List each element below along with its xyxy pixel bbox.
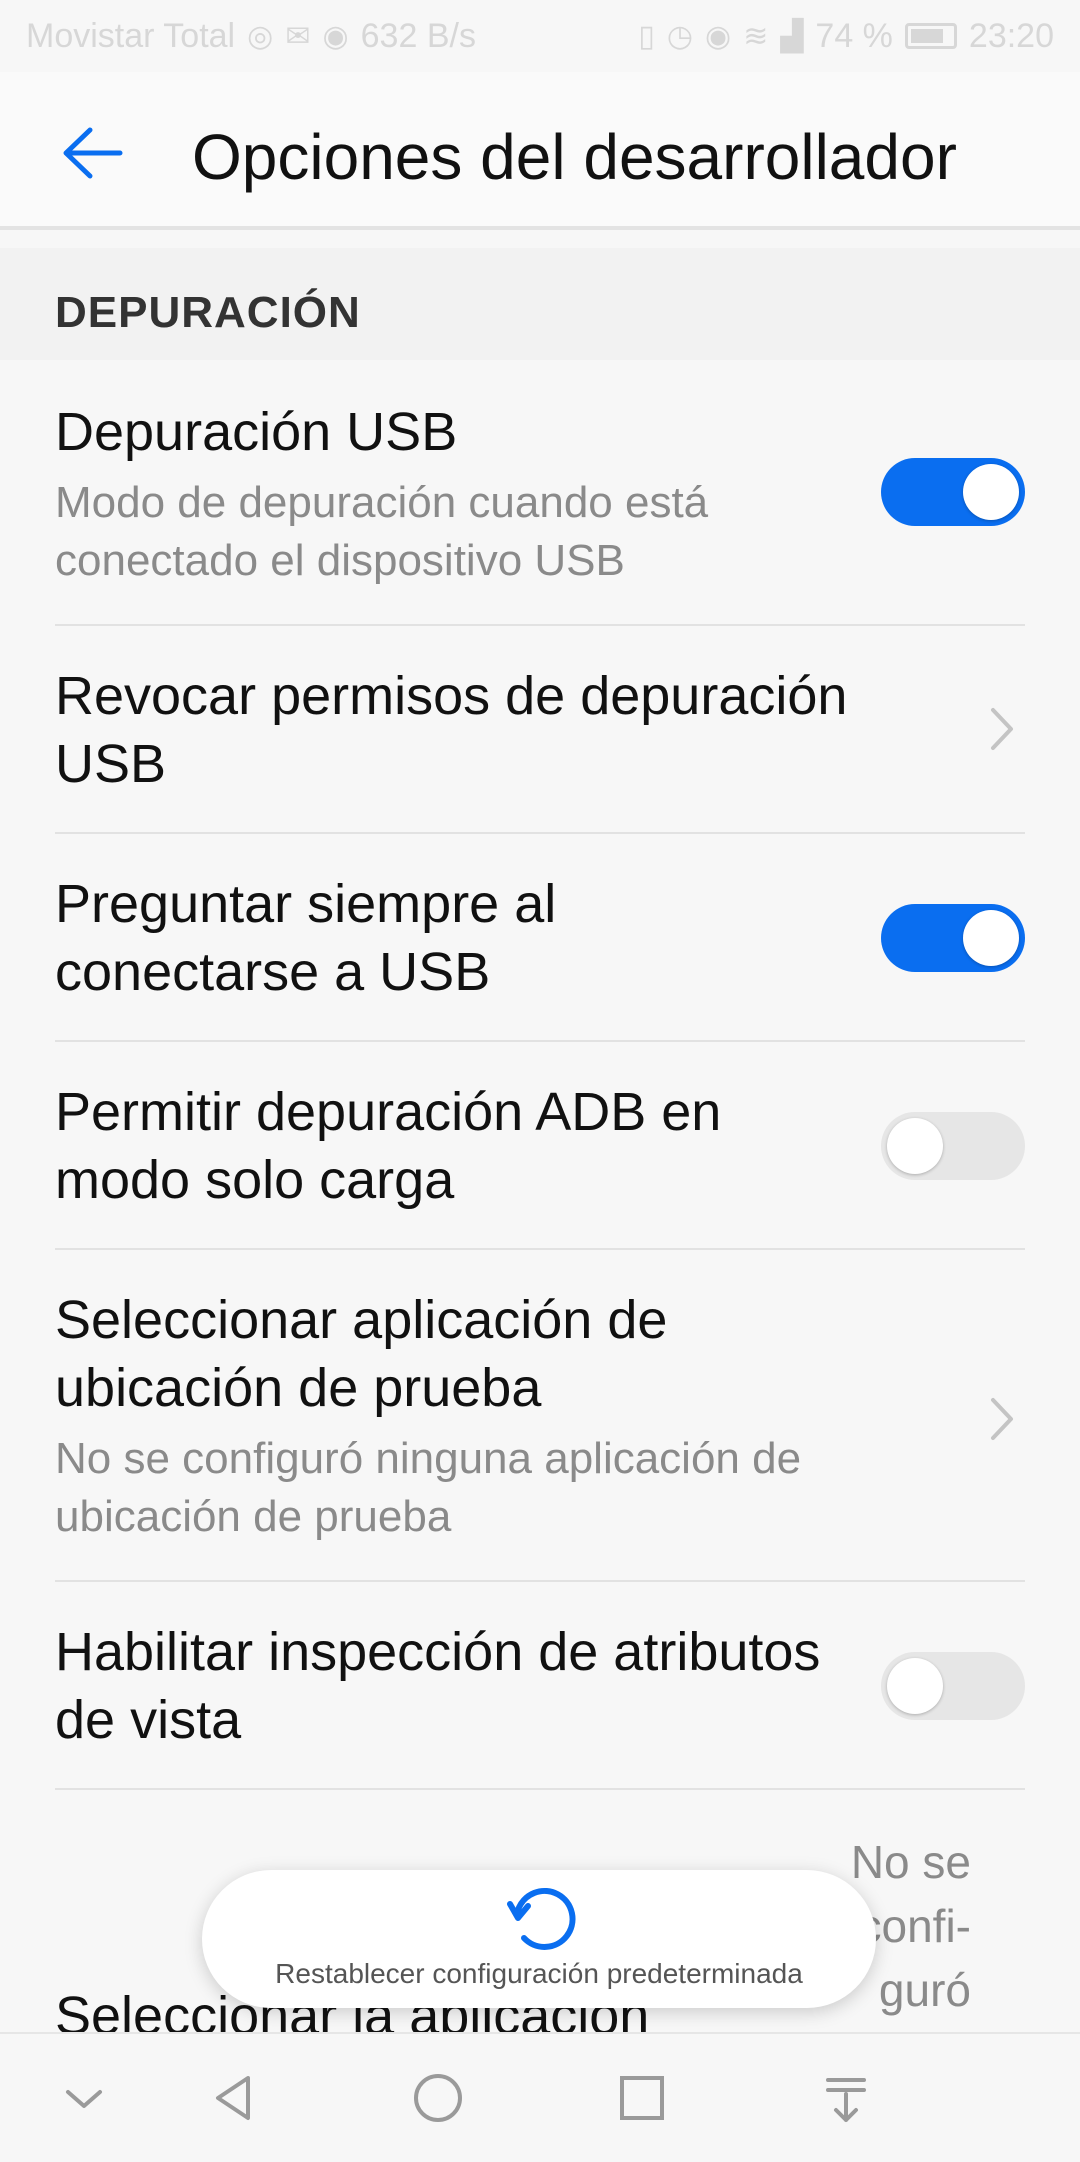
setting-usb-debugging[interactable]: Depuración USB Modo de depuración cuando… (55, 398, 1025, 598)
carrier-label: Movistar Total (26, 16, 236, 55)
app-bar: Opciones del desarrollador (0, 72, 1080, 230)
refresh-icon (507, 1887, 576, 1950)
notification-pull-icon[interactable] (816, 2068, 876, 2128)
always-ask-usb-toggle[interactable] (881, 904, 1025, 972)
chrome-icon: ◉ (322, 19, 349, 53)
chevron-down-icon[interactable] (54, 2068, 114, 2128)
view-attribute-inspection-toggle[interactable] (881, 1652, 1025, 1720)
divider (55, 1580, 1025, 1582)
setting-title: Habilitar inspección de atributos de vis… (55, 1622, 821, 1750)
eye-comfort-icon: ◉ (705, 19, 732, 53)
navigation-bar (0, 2032, 1080, 2162)
setting-mock-location-app[interactable]: Seleccionar aplicación de ubicación de p… (55, 1286, 1025, 1556)
back-button[interactable] (56, 116, 130, 190)
setting-subtitle: No se configuró ninguna aplicación de ub… (55, 1434, 802, 1541)
setting-adb-charge-only[interactable]: Permitir depuración ADB en modo solo car… (55, 1078, 1025, 1228)
mail-icon: ✉ (285, 19, 311, 53)
usb-debugging-toggle[interactable] (881, 458, 1025, 526)
setting-revoke-usb-permissions[interactable]: Revocar permisos de depuración USB (55, 662, 1025, 812)
toast-label: Restablecer configuración predeterminada (275, 1958, 803, 1989)
adb-charge-only-toggle[interactable] (881, 1112, 1025, 1180)
alarm-icon: ◷ (666, 19, 693, 53)
status-bar: Movistar Total ◎ ✉ ◉ 632 B/s ▯ ◷ ◉ ≋ ▟ 7… (0, 0, 1080, 72)
divider (55, 624, 1025, 626)
arrow-left-icon (63, 127, 123, 179)
setting-title: Revocar permisos de depuración USB (55, 666, 848, 794)
setting-title: Depuración USB (55, 402, 458, 462)
setting-view-attribute-inspection[interactable]: Habilitar inspección de atributos de vis… (55, 1618, 1025, 1768)
chevron-right-icon (991, 1398, 1013, 1440)
setting-subtitle: Modo de depuración cuando está conectado… (55, 478, 709, 585)
divider (55, 1788, 1025, 1790)
back-triangle-icon[interactable] (204, 2068, 264, 2128)
setting-always-ask-usb[interactable]: Preguntar siempre al conectarse a USB (55, 870, 1025, 1020)
setting-title: Seleccionar aplicación de ubicación de p… (55, 1290, 668, 1418)
signal-icon: ▟ (780, 19, 804, 53)
setting-title: Permitir depuración ADB en modo solo car… (55, 1082, 722, 1210)
reset-defaults-toast: Restablecer configuración predeterminada (202, 1870, 876, 2008)
wifi-icon: ≋ (743, 19, 769, 53)
divider (55, 832, 1025, 834)
recents-square-icon[interactable] (612, 2068, 672, 2128)
battery-icon (904, 23, 957, 49)
page-title: Opciones del desarrollador (192, 121, 957, 193)
section-header-label: DEPURACIÓN (55, 288, 361, 337)
vibrate-icon: ▯ (638, 19, 655, 53)
section-header: DEPURACIÓN (0, 248, 1080, 360)
setting-title: Preguntar siempre al conectarse a USB (55, 874, 557, 1002)
chevron-right-icon (991, 708, 1013, 750)
divider (55, 1248, 1025, 1250)
clock: 23:20 (968, 16, 1054, 55)
whatsapp-icon: ◎ (247, 19, 274, 53)
battery-percent: 74 % (815, 16, 893, 55)
home-circle-icon[interactable] (408, 2068, 468, 2128)
net-speed: 632 B/s (360, 16, 476, 55)
divider (55, 1040, 1025, 1042)
